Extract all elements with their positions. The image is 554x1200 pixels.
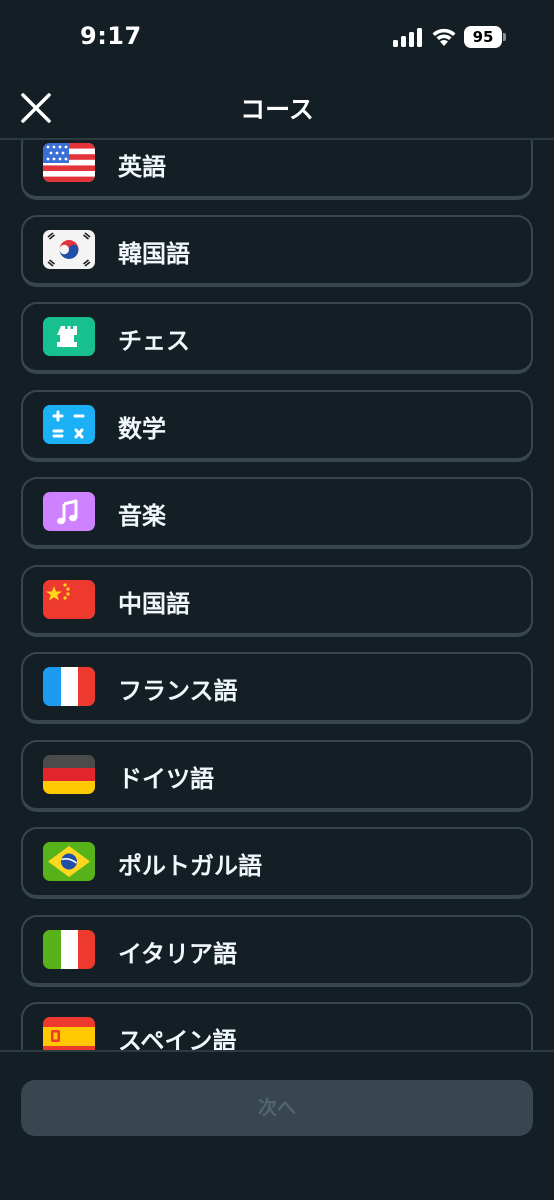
france-flag-icon	[43, 667, 95, 706]
course-label: 中国語	[118, 590, 190, 618]
course-item-music[interactable]: 音楽	[21, 477, 533, 549]
course-item-korean[interactable]: 韓国語	[21, 215, 533, 287]
course-item-chinese[interactable]: 中国語	[21, 565, 533, 637]
course-label: 音楽	[118, 502, 166, 530]
status-bar: 9:17 95	[0, 0, 554, 74]
korea-flag-icon	[43, 230, 95, 269]
status-time: 9:17	[80, 22, 142, 50]
course-item-italian[interactable]: イタリア語	[21, 915, 533, 987]
course-selection-screen: 9:17 95 コース 英語 韓国語 チェス 数学 音楽 中国語 フランス語 ド…	[0, 0, 554, 1200]
course-item-portuguese[interactable]: ポルトガル語	[21, 827, 533, 899]
course-list[interactable]: 英語 韓国語 チェス 数学 音楽 中国語 フランス語 ドイツ語 ポルトガル語 イ…	[0, 140, 554, 1050]
course-item-chess[interactable]: チェス	[21, 302, 533, 374]
course-label: ドイツ語	[118, 765, 214, 793]
course-item-french[interactable]: フランス語	[21, 652, 533, 724]
course-item-german[interactable]: ドイツ語	[21, 740, 533, 812]
header: コース	[0, 74, 554, 140]
course-label: 韓国語	[118, 240, 190, 268]
course-label: 英語	[118, 153, 166, 181]
next-button[interactable]: 次へ	[21, 1080, 533, 1136]
course-item-math[interactable]: 数学	[21, 390, 533, 462]
course-label: 数学	[118, 415, 166, 443]
cellular-signal-icon	[393, 28, 422, 47]
course-label: チェス	[118, 327, 190, 355]
brazil-flag-icon	[43, 842, 95, 881]
spain-flag-icon	[43, 1017, 95, 1050]
course-label: ポルトガル語	[118, 852, 262, 880]
course-label: イタリア語	[118, 940, 238, 968]
course-label: フランス語	[118, 677, 238, 705]
battery-indicator: 95	[464, 26, 506, 48]
battery-level: 95	[464, 26, 502, 48]
usa-flag-icon	[43, 143, 95, 182]
music-note-icon	[43, 492, 95, 531]
course-item-english[interactable]: 英語	[21, 140, 533, 200]
math-operators-icon	[43, 405, 95, 444]
battery-tip	[503, 33, 506, 41]
italy-flag-icon	[43, 930, 95, 969]
course-label: スペイン語	[118, 1027, 237, 1050]
page-title: コース	[240, 95, 314, 124]
germany-flag-icon	[43, 755, 95, 794]
wifi-icon	[432, 28, 456, 46]
china-flag-icon	[43, 580, 95, 619]
footer: 次へ	[0, 1050, 554, 1200]
chess-rook-icon	[43, 317, 95, 356]
course-item-spanish[interactable]: スペイン語	[21, 1002, 533, 1050]
